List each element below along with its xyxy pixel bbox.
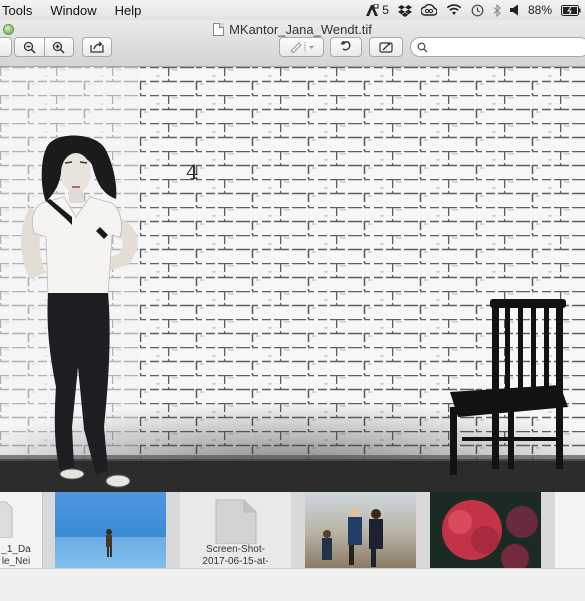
- share-icon: [90, 41, 104, 53]
- adobe-icon[interactable]: 5: [365, 3, 389, 17]
- battery-icon[interactable]: [561, 4, 581, 16]
- bluetooth-icon[interactable]: [493, 3, 501, 17]
- thumbnail-2[interactable]: [55, 492, 166, 568]
- thumbnail-6[interactable]: [555, 492, 585, 568]
- volume-icon[interactable]: [509, 4, 519, 16]
- flowers-photo: [442, 500, 538, 568]
- pen-icon: [289, 42, 314, 53]
- image-canvas[interactable]: 4: [0, 67, 585, 492]
- toolbox-icon: [379, 42, 393, 53]
- battery-percent[interactable]: 88%: [528, 3, 552, 17]
- zoom-in-button[interactable]: [45, 38, 74, 56]
- photo-image: 4: [0, 67, 585, 492]
- adobe-count: 5: [382, 3, 389, 17]
- zoom-out-button[interactable]: [15, 38, 44, 56]
- search-icon: [417, 42, 428, 53]
- thumbnail-label: Screen-Shot-: [206, 544, 265, 555]
- markup-toolbox-button[interactable]: [369, 37, 403, 57]
- thumbnail-strip: _1_Da le_Nei Screen-Shot- 2017-06-15-at-: [0, 492, 585, 568]
- search-field[interactable]: [410, 37, 585, 57]
- document-icon: [215, 499, 257, 545]
- thumbnail-4[interactable]: [305, 492, 416, 568]
- thumbnail-5[interactable]: [430, 492, 541, 568]
- window-titlebar: MKantor_Jana_Wendt.tif: [0, 20, 585, 67]
- zoom-out-icon: [23, 41, 36, 54]
- wifi-icon[interactable]: [446, 4, 462, 16]
- creative-cloud-icon[interactable]: [420, 4, 437, 16]
- dropbox-icon[interactable]: [397, 4, 412, 17]
- document-icon: [213, 23, 225, 36]
- rotate-button[interactable]: [330, 37, 362, 57]
- menu-tools[interactable]: Tools: [2, 3, 32, 18]
- wall-number: 4: [186, 160, 199, 184]
- sidebar-toggle-button[interactable]: [0, 37, 12, 57]
- thumbnail-1[interactable]: _1_Da le_Nei: [0, 492, 43, 568]
- thumbnail-label: 2017-06-15-at-: [202, 556, 269, 567]
- share-button[interactable]: [82, 37, 112, 57]
- beach-photo: [55, 529, 166, 568]
- status-area: 5 88%: [365, 0, 581, 20]
- status-bar: [0, 568, 585, 601]
- zoom-button-group: [14, 37, 74, 57]
- rotate-icon: [340, 41, 351, 51]
- document-icon: [0, 501, 13, 538]
- zoom-in-icon: [53, 41, 65, 54]
- thumbnail-3[interactable]: Screen-Shot- 2017-06-15-at-: [180, 492, 291, 568]
- thumbnail-label: le_Nei: [1, 556, 31, 567]
- time-machine-icon[interactable]: [471, 4, 484, 17]
- document-title: MKantor_Jana_Wendt.tif: [0, 22, 585, 37]
- document-title-text[interactable]: MKantor_Jana_Wendt.tif: [229, 22, 372, 37]
- menu-window[interactable]: Window: [50, 3, 96, 18]
- people-photo: [322, 507, 383, 567]
- markup-pen-button[interactable]: [279, 37, 324, 57]
- menu-help[interactable]: Help: [115, 3, 142, 18]
- thumbnail-label: _1_Da: [1, 544, 31, 555]
- menu-bar: Tools Window Help 5 88%: [0, 0, 585, 21]
